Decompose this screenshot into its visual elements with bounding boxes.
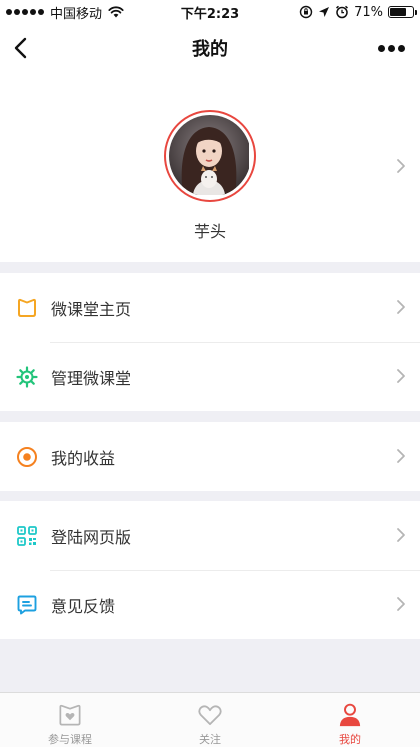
more-dots-icon[interactable]	[378, 38, 408, 58]
battery-percent: 71%	[354, 4, 383, 20]
status-bar: 中国移动 下午2:23 71%	[0, 0, 420, 24]
chevron-right-icon	[397, 528, 405, 542]
tab-bar: 参与课程 关注 我的	[0, 692, 420, 747]
chevron-left-icon[interactable]	[10, 34, 34, 62]
battery-fill	[390, 8, 406, 16]
tab-mine[interactable]: 我的	[280, 693, 420, 747]
carrier-label: 中国移动	[50, 6, 103, 22]
tab-label-follow: 关注	[199, 733, 221, 746]
page-title: 我的	[192, 39, 228, 60]
wifi-icon	[108, 6, 124, 18]
chevron-right-icon	[397, 369, 405, 383]
location-icon	[319, 7, 330, 17]
menu-item-manage-classroom[interactable]: 管理微课堂	[0, 342, 420, 411]
rotation-lock-icon	[299, 5, 313, 19]
earnings-icon	[17, 446, 37, 467]
tab-label-courses: 参与课程	[48, 733, 92, 746]
avatar-ring	[164, 110, 256, 202]
avatar-image	[169, 115, 249, 195]
chevron-right-icon	[397, 449, 405, 463]
battery-icon	[388, 6, 417, 18]
menu-label-earnings: 我的收益	[51, 448, 116, 468]
menu-group-1: 微课堂主页 管理微课堂	[0, 273, 420, 411]
menu-item-web-login[interactable]: 登陆网页版	[0, 501, 420, 570]
nav-bar: 我的	[0, 24, 420, 72]
chevron-right-icon	[397, 159, 405, 173]
menu-item-home-page[interactable]: 微课堂主页	[0, 273, 420, 342]
signal-icon	[6, 9, 44, 15]
course-book-icon	[59, 704, 81, 726]
username: 芋头	[193, 222, 226, 241]
person-icon	[339, 703, 361, 727]
menu-label-feedback: 意见反馈	[51, 596, 116, 616]
avatar[interactable]	[169, 115, 251, 197]
tab-follow[interactable]: 关注	[140, 693, 280, 747]
menu-item-earnings[interactable]: 我的收益	[0, 422, 420, 491]
chevron-right-icon	[397, 597, 405, 611]
menu-label-web-login: 登陆网页版	[51, 527, 132, 547]
menu-item-feedback[interactable]: 意见反馈	[0, 570, 420, 639]
alarm-icon	[336, 5, 349, 19]
menu-label-home-page: 微课堂主页	[51, 299, 132, 319]
chevron-right-icon	[397, 300, 405, 314]
heart-icon	[198, 705, 222, 726]
qr-code-icon	[17, 525, 37, 546]
feedback-icon	[17, 595, 37, 614]
tab-courses[interactable]: 参与课程	[0, 693, 140, 747]
status-right: 71%	[299, 0, 417, 24]
tab-label-mine: 我的	[339, 733, 361, 746]
profile-card[interactable]: 芋头	[0, 72, 420, 262]
home-page-icon	[18, 298, 36, 317]
gear-icon	[16, 365, 38, 388]
menu-label-manage-classroom: 管理微课堂	[51, 368, 132, 388]
menu-group-2: 我的收益	[0, 422, 420, 491]
status-left: 中国移动	[0, 3, 124, 22]
menu-group-3: 登陆网页版 意见反馈	[0, 501, 420, 639]
